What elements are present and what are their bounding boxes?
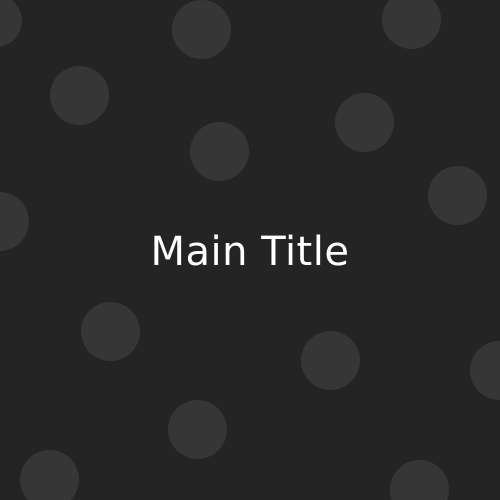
polka-dot xyxy=(0,0,22,47)
main-title: Main Title xyxy=(150,229,350,275)
background-canvas: Main Title xyxy=(0,0,500,500)
polka-dot xyxy=(390,460,449,500)
polka-dot xyxy=(428,166,487,225)
polka-dot xyxy=(172,0,231,59)
polka-dot xyxy=(301,331,360,390)
polka-dot xyxy=(81,302,140,361)
polka-dot xyxy=(190,122,249,181)
polka-dot xyxy=(168,400,227,459)
polka-dot xyxy=(470,341,500,400)
polka-dot xyxy=(20,450,79,500)
polka-dot xyxy=(382,0,441,49)
polka-dot xyxy=(335,93,394,152)
polka-dot xyxy=(50,66,109,125)
